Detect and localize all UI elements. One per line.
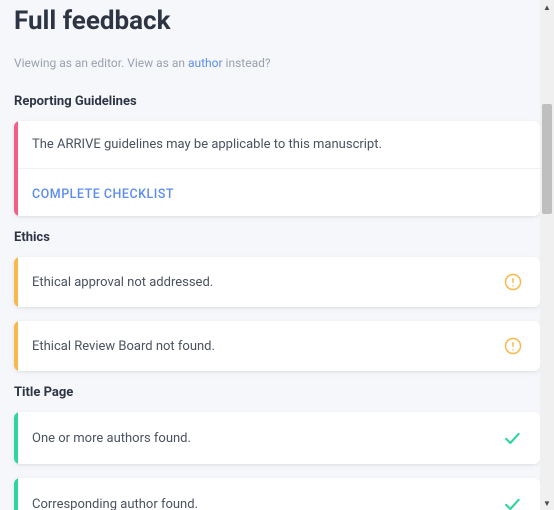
subhead-prefix: Viewing as an editor. View as an xyxy=(14,56,188,70)
titlepage-card-0[interactable]: One or more authors found. xyxy=(14,412,540,464)
check-icon xyxy=(502,428,522,448)
ethics-card-0[interactable]: Ethical approval not addressed. xyxy=(14,257,540,307)
card-action: COMPLETE CHECKLIST xyxy=(14,169,540,216)
scrollbar-thumb[interactable] xyxy=(542,104,552,214)
section-title-titlepage: Title Page xyxy=(14,385,540,400)
card-body: Ethical Review Board not found. xyxy=(14,321,540,371)
card-text: Ethical Review Board not found. xyxy=(32,339,215,354)
view-mode-subhead: Viewing as an editor. View as an author … xyxy=(14,56,540,70)
warning-icon xyxy=(504,337,522,355)
accent-teal xyxy=(14,478,18,510)
card-body: The ARRIVE guidelines may be applicable … xyxy=(14,121,540,168)
author-link[interactable]: author xyxy=(188,56,223,70)
section-title-reporting: Reporting Guidelines xyxy=(14,94,540,109)
reporting-card[interactable]: The ARRIVE guidelines may be applicable … xyxy=(14,121,540,216)
card-body: One or more authors found. xyxy=(14,412,540,464)
accent-pink xyxy=(14,121,18,216)
card-text: Ethical approval not addressed. xyxy=(32,275,213,290)
ethics-card-1[interactable]: Ethical Review Board not found. xyxy=(14,321,540,371)
accent-teal xyxy=(14,412,18,464)
titlepage-card-1[interactable]: Corresponding author found. xyxy=(14,478,540,510)
page-title: Full feedback xyxy=(14,6,540,36)
card-body: Ethical approval not addressed. xyxy=(14,257,540,307)
card-text: One or more authors found. xyxy=(32,431,191,446)
complete-checklist-link[interactable]: COMPLETE CHECKLIST xyxy=(32,187,174,202)
accent-orange xyxy=(14,321,18,371)
scrollbar-track[interactable]: ▲ ▼ xyxy=(540,0,554,510)
scrollbar-up-icon[interactable]: ▲ xyxy=(540,0,554,14)
card-body: Corresponding author found. xyxy=(14,478,540,510)
check-icon xyxy=(502,494,522,510)
subhead-suffix: instead? xyxy=(223,56,271,70)
warning-icon xyxy=(504,273,522,291)
scrollbar-down-icon[interactable]: ▼ xyxy=(540,496,554,510)
section-title-ethics: Ethics xyxy=(14,230,540,245)
accent-orange xyxy=(14,257,18,307)
card-text: The ARRIVE guidelines may be applicable … xyxy=(32,137,382,152)
main-content: Full feedback Viewing as an editor. View… xyxy=(0,0,554,510)
card-text: Corresponding author found. xyxy=(32,497,198,510)
